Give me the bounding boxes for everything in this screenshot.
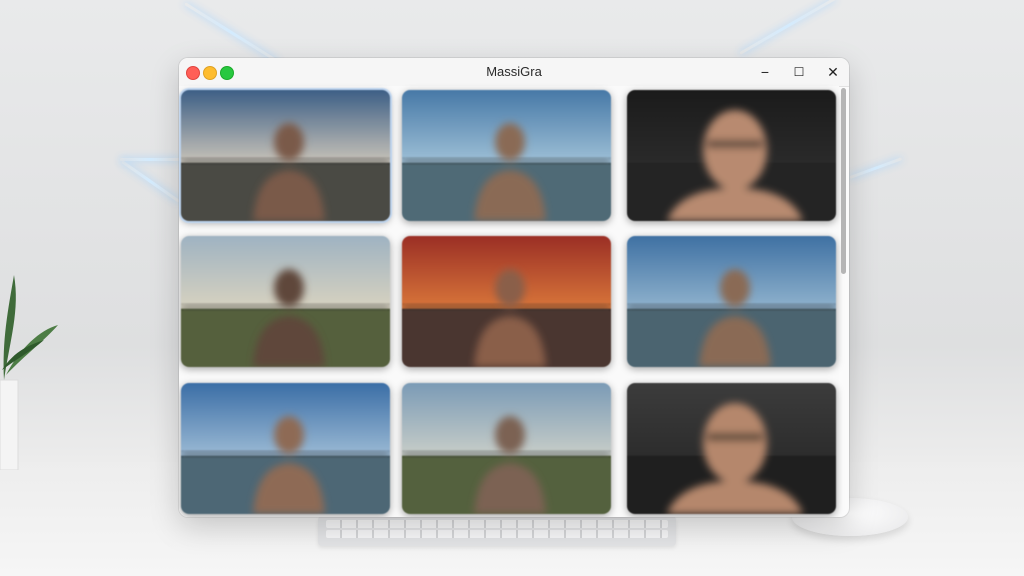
app-window: MassiGra − ☐ ✕ [179, 58, 849, 517]
scrollbar-thumb[interactable] [841, 88, 846, 274]
photo-thumbnail[interactable] [181, 236, 390, 367]
photo-thumbnail[interactable] [181, 383, 390, 514]
photo-thumbnail[interactable] [402, 90, 611, 221]
light-streak [849, 157, 903, 179]
photo-thumbnail[interactable] [402, 236, 611, 367]
window-title: MassiGra [486, 64, 542, 79]
close-icon: ✕ [827, 63, 839, 80]
photo-thumbnail[interactable] [181, 90, 390, 221]
photo-thumbnail[interactable] [627, 383, 836, 514]
photo-thumbnail[interactable] [402, 383, 611, 514]
minimize-icon: − [760, 64, 770, 80]
title-bar[interactable]: MassiGra − ☐ ✕ [179, 58, 849, 87]
light-streak [121, 160, 181, 203]
minimize-button[interactable]: − [754, 62, 776, 82]
light-streak [184, 2, 280, 64]
maximize-icon: ☐ [793, 65, 805, 79]
light-streak [120, 158, 180, 161]
close-button[interactable]: ✕ [822, 62, 844, 82]
photo-thumbnail[interactable] [627, 90, 836, 221]
vertical-scrollbar[interactable] [841, 88, 847, 514]
photo-thumbnail[interactable] [627, 236, 836, 367]
maximize-button[interactable]: ☐ [788, 62, 810, 82]
light-streak [739, 0, 837, 55]
desktop-background: MassiGra − ☐ ✕ [0, 0, 1024, 576]
thumbnail-grid [179, 86, 839, 517]
plant-decoration [0, 275, 58, 470]
keyboard [318, 516, 676, 546]
